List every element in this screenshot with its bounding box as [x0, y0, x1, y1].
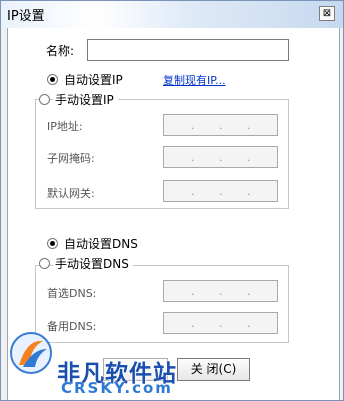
title-bar[interactable]: IP设置 ⊠: [1, 1, 343, 28]
auto-dns-radio[interactable]: [47, 238, 58, 249]
octet-dot: .: [247, 185, 251, 198]
ip-address-input[interactable]: . . .: [163, 114, 278, 136]
octet-dot: .: [191, 119, 195, 132]
auto-ip-label: 自动设置IP: [64, 73, 123, 87]
octet-dot: .: [191, 317, 195, 330]
close-button[interactable]: 关 闭(C): [177, 358, 250, 381]
subnet-mask-label: 子网掩码:: [47, 152, 95, 165]
octet-dot: .: [219, 185, 223, 198]
octet-dot: .: [191, 285, 195, 298]
ip-address-label: IP地址:: [47, 120, 83, 133]
name-label: 名称:: [46, 44, 75, 58]
manual-dns-radio[interactable]: [39, 258, 50, 269]
octet-dot: .: [247, 317, 251, 330]
octet-dot: .: [247, 119, 251, 132]
watermark-logo-icon: [10, 332, 52, 374]
subnet-mask-input[interactable]: . . .: [163, 146, 278, 168]
dialog-body: 名称: 自动设置IP 复制现有IP... 手动设置IP IP地址: . . . …: [7, 28, 340, 400]
octet-dot: .: [247, 285, 251, 298]
octet-dot: .: [191, 185, 195, 198]
preferred-dns-input[interactable]: . . .: [163, 280, 278, 302]
ip-settings-dialog: IP设置 ⊠ 名称: 自动设置IP 复制现有IP... 手动设置IP IP地址:…: [0, 0, 344, 401]
manual-ip-radio[interactable]: [39, 94, 50, 105]
octet-dot: .: [219, 119, 223, 132]
manual-ip-label: 手动设置IP: [53, 91, 118, 108]
alternate-dns-input[interactable]: . . .: [163, 312, 278, 334]
octet-dot: .: [219, 317, 223, 330]
default-gateway-label: 默认网关:: [47, 187, 95, 200]
window-title: IP设置: [7, 9, 45, 24]
close-icon[interactable]: ⊠: [319, 6, 335, 21]
octet-dot: .: [191, 151, 195, 164]
copy-existing-ip-link[interactable]: 复制现有IP...: [163, 72, 226, 88]
octet-dot: .: [219, 285, 223, 298]
name-input[interactable]: [87, 39, 289, 61]
preferred-dns-label: 首选DNS:: [47, 287, 97, 300]
octet-dot: .: [247, 151, 251, 164]
auto-ip-radio[interactable]: [47, 74, 58, 85]
auto-dns-label: 自动设置DNS: [64, 237, 138, 251]
manual-dns-label: 手动设置DNS: [53, 255, 133, 272]
watermark-domain: CRSKY.com: [61, 379, 173, 397]
alternate-dns-label: 备用DNS:: [47, 320, 97, 333]
octet-dot: .: [219, 151, 223, 164]
default-gateway-input[interactable]: . . .: [163, 180, 278, 202]
